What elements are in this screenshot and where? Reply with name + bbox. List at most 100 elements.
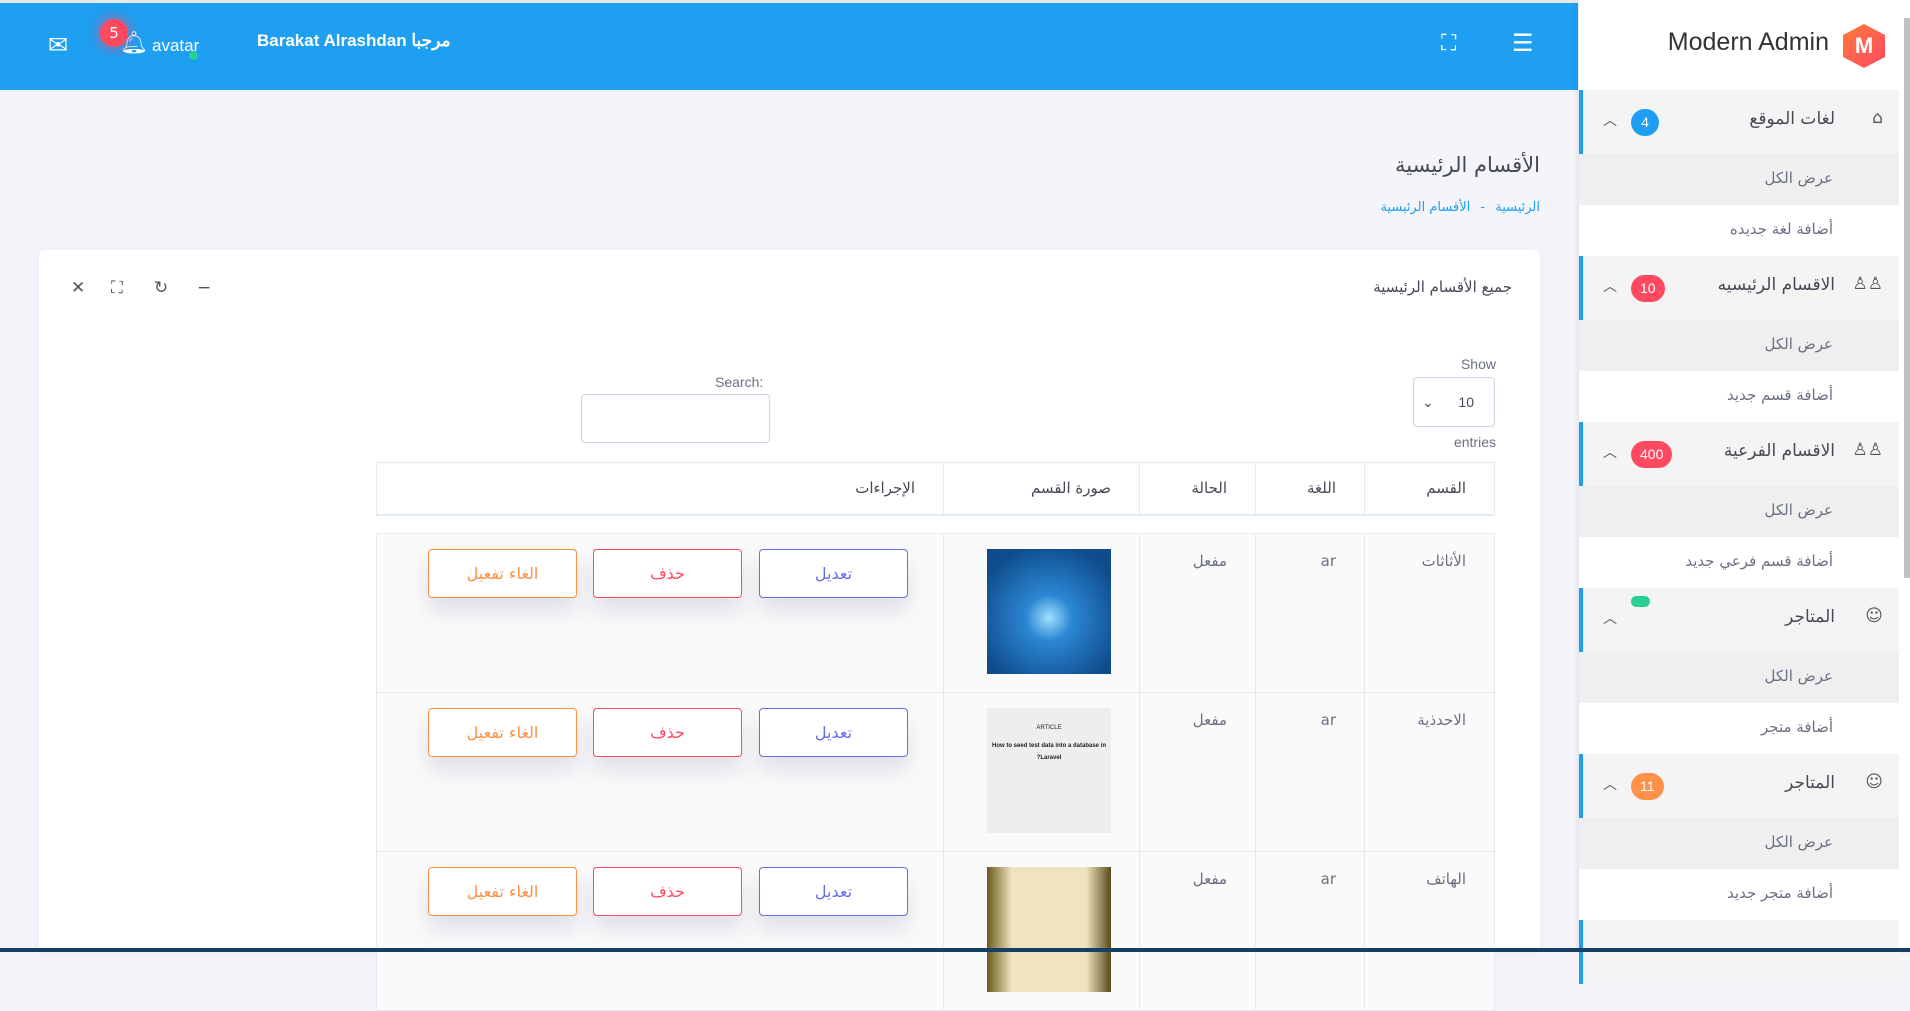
breadcrumb-home[interactable]: الرئيسية: [1495, 200, 1540, 215]
cell-image: [943, 851, 1140, 1011]
sidebar-subitem-label: عرض الكل: [1764, 667, 1833, 685]
sidebar-section[interactable]: ☺ المتاجر 11 ︿: [1579, 754, 1899, 818]
sidebar-subitem[interactable]: عرض الكل: [1579, 652, 1899, 703]
category-image: [987, 867, 1111, 992]
sidebar-subitem[interactable]: عرض الكل: [1579, 320, 1899, 371]
chevron-up-icon[interactable]: ︿: [1603, 442, 1617, 462]
sidebar-section-label: الاقسام الفرعية: [1723, 441, 1835, 461]
sidebar-subitem-label: أضافة قسم فرعي جديد: [1685, 552, 1833, 570]
expand-icon[interactable]: ⛶: [111, 278, 123, 298]
cell-name: الأثاثات: [1364, 533, 1495, 693]
col-header-image[interactable]: صورة القسم: [943, 462, 1140, 516]
notification-badge: 5: [100, 19, 128, 47]
categories-table: القسم اللغة الحالة صورة القسم الإجراءات …: [376, 462, 1495, 1011]
delete-button[interactable]: حذف: [593, 867, 742, 916]
cell-image: ARTICLE How to seed test data into a data…: [943, 692, 1140, 852]
sidebar: Modern Admin M ⌂ لغات الموقع 4 ︿ عرض الكل أ…: [1579, 0, 1910, 984]
sidebar-subitem[interactable]: أضافة لغة جديده: [1579, 205, 1899, 256]
sidebar-section[interactable]: ♙♙ الاقسام الفرعية 400 ︿: [1579, 422, 1899, 486]
sidebar-section[interactable]: ☺ المتاجر ︿: [1579, 588, 1899, 652]
sidebar-subitem-label: أضافة قسم جديد: [1727, 386, 1833, 404]
col-header-status[interactable]: الحالة: [1139, 462, 1256, 516]
page-size-select[interactable]: ⌄ 10: [1413, 377, 1495, 427]
edit-button[interactable]: تعديل: [759, 708, 908, 757]
delete-button[interactable]: حذف: [593, 708, 742, 757]
sidebar-subitem-label: عرض الكل: [1764, 833, 1833, 851]
sidebar-subitem-label: عرض الكل: [1764, 501, 1833, 519]
brand-logo[interactable]: Modern Admin M: [1579, 0, 1899, 90]
col-header-language[interactable]: اللغة: [1255, 462, 1365, 516]
taskbar-edge: [0, 948, 1910, 952]
chevron-up-icon[interactable]: ︿: [1603, 276, 1617, 296]
home-icon: ⌂: [1872, 108, 1883, 128]
face-icon: ☺: [1865, 772, 1883, 792]
deactivate-button[interactable]: الغاء تفعيل: [428, 549, 577, 598]
breadcrumb-current[interactable]: الأقسام الرئيسية: [1380, 200, 1470, 215]
col-header-name[interactable]: القسم: [1364, 462, 1495, 516]
page-title: الأقسام الرئيسية: [1395, 153, 1540, 177]
cell-status: مفعل: [1139, 851, 1256, 1011]
sidebar-section-label: الاقسام الرئيسيه: [1717, 275, 1835, 295]
users-icon: ♙♙: [1852, 274, 1883, 294]
online-status-dot: [189, 51, 198, 60]
entries-label: entries: [1453, 434, 1496, 450]
cell-status: مفعل: [1139, 533, 1256, 693]
sidebar-subitem[interactable]: أضافة متجر: [1579, 703, 1899, 754]
image-text: How to seed test data into a database in…: [991, 743, 1107, 761]
sidebar-section-partial[interactable]: [1579, 920, 1899, 984]
count-badge: 4: [1631, 109, 1659, 136]
deactivate-button[interactable]: الغاء تفعيل: [428, 708, 577, 757]
search-input[interactable]: [581, 394, 770, 443]
sidebar-subitem[interactable]: عرض الكل: [1579, 154, 1899, 205]
sidebar-subitem[interactable]: عرض الكل: [1579, 818, 1899, 869]
face-icon: ☺: [1865, 606, 1883, 626]
count-badge: 400: [1631, 441, 1673, 468]
categories-card: جميع الأقسام الرئيسية ✕ ⛶ ↻ − Show ⌄ 10 …: [39, 250, 1540, 1011]
page-size-value: 10: [1458, 394, 1474, 410]
sidebar-subitem[interactable]: عرض الكل: [1579, 486, 1899, 537]
status-dot: [1631, 596, 1650, 607]
cell-language: ar: [1255, 533, 1365, 693]
sidebar-scrollbar[interactable]: [1904, 18, 1910, 578]
category-image: ARTICLE How to seed test data into a data…: [987, 708, 1111, 833]
edit-button[interactable]: تعديل: [759, 867, 908, 916]
chevron-up-icon[interactable]: ︿: [1603, 774, 1617, 794]
sidebar-subitem-label: أضافة لغة جديده: [1729, 220, 1833, 238]
breadcrumb-separator: -: [1480, 200, 1486, 215]
col-header-actions[interactable]: الإجراءات: [376, 462, 944, 516]
chevron-up-icon[interactable]: ︿: [1603, 608, 1617, 628]
fullscreen-icon[interactable]: ⛶: [1441, 31, 1456, 56]
deactivate-button[interactable]: الغاء تفعيل: [428, 867, 577, 916]
count-badge: 11: [1631, 773, 1664, 800]
cell-actions: تعديل حذف الغاء تفعيل: [376, 851, 944, 1011]
collapse-icon[interactable]: −: [197, 278, 211, 298]
category-image: [987, 549, 1111, 674]
cell-name: الهاتف: [1364, 851, 1495, 1011]
table-row: الاحدذية ar مفعل ARTICLE How to seed test…: [376, 692, 1495, 852]
sidebar-subitem-label: أضافة متجر: [1761, 718, 1833, 736]
sidebar-section-label: لغات الموقع: [1749, 109, 1835, 129]
sidebar-section-label: المتاجر: [1785, 607, 1835, 627]
reload-icon[interactable]: ↻: [154, 278, 168, 298]
table-row: الهاتف ar مفعل تعديل حذف الغاء تفعيل: [376, 851, 1495, 1011]
sidebar-subitem[interactable]: أضافة متجر جديد: [1579, 869, 1899, 920]
breadcrumb: الرئيسية - الأقسام الرئيسية: [1380, 200, 1540, 215]
sidebar-section[interactable]: ♙♙ الاقسام الرئيسيه 10 ︿: [1579, 256, 1899, 320]
edit-button[interactable]: تعديل: [759, 549, 908, 598]
menu-toggle-icon[interactable]: ☰: [1512, 29, 1534, 57]
sidebar-subitem-label: أضافة متجر جديد: [1727, 884, 1833, 902]
delete-button[interactable]: حذف: [593, 549, 742, 598]
brand-logo-icon: M: [1843, 24, 1885, 68]
user-greeting[interactable]: Barakat Alrashdan مرجبا: [257, 31, 451, 51]
sidebar-subitem[interactable]: أضافة قسم جديد: [1579, 371, 1899, 422]
count-badge: 10: [1631, 275, 1665, 302]
mail-icon[interactable]: ✉: [48, 31, 68, 59]
chevron-up-icon[interactable]: ︿: [1603, 110, 1617, 130]
sidebar-subitem-label: عرض الكل: [1764, 169, 1833, 187]
show-label: Show: [1460, 356, 1496, 372]
cell-name: الاحدذية: [1364, 692, 1495, 852]
sidebar-subitem[interactable]: أضافة قسم فرعي جديد: [1579, 537, 1899, 588]
table-row: الأثاثات ar مفعل تعديل حذف الغاء تفعيل: [376, 533, 1495, 693]
sidebar-section[interactable]: ⌂ لغات الموقع 4 ︿: [1579, 90, 1899, 154]
close-icon[interactable]: ✕: [71, 278, 85, 298]
